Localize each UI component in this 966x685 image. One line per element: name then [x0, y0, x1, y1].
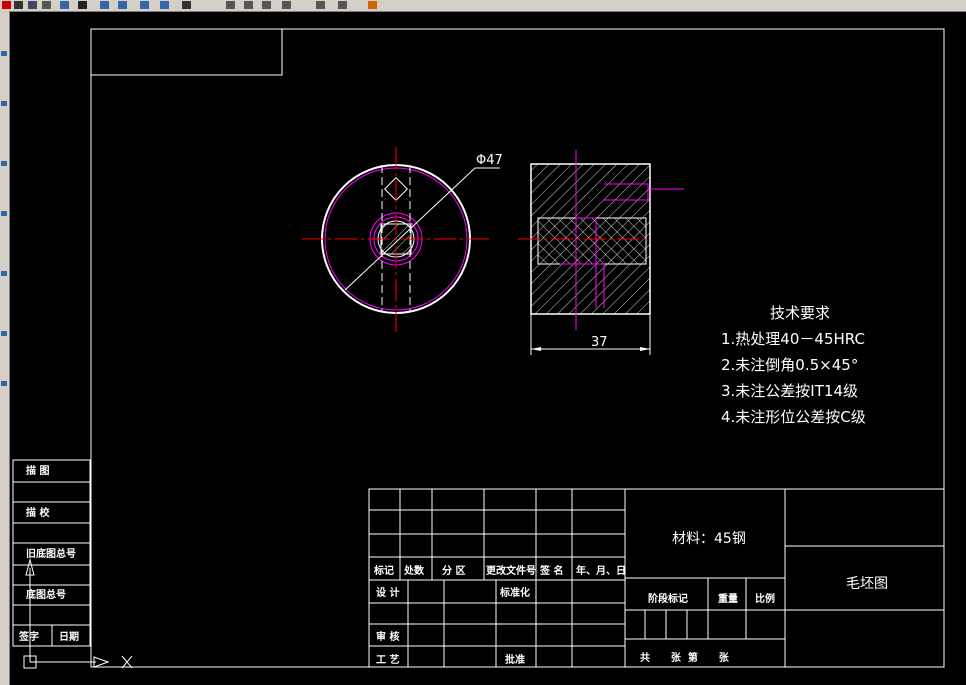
role-approve: 批准: [505, 653, 525, 666]
tool-icon[interactable]: [1, 331, 7, 336]
sheets: 共 张 第 张: [640, 651, 730, 664]
role-standard: 标准化: [499, 586, 530, 599]
stage-mark: 阶段标记: [648, 592, 688, 605]
tech-req-title: 技术要求: [770, 304, 830, 322]
side-label: 签字: [18, 630, 39, 643]
tool-icon[interactable]: [1, 211, 7, 216]
move-icon[interactable]: [100, 1, 109, 9]
tech-req-item: 1.热处理40－45HRC: [721, 330, 865, 348]
ucs-icon: [23, 558, 133, 669]
eraser-icon[interactable]: [368, 1, 377, 9]
line-icon[interactable]: [226, 1, 235, 9]
circle-icon[interactable]: [338, 1, 347, 9]
block-icon[interactable]: [42, 1, 51, 9]
dim-length: 37: [591, 335, 608, 350]
rev-header: 标记: [373, 564, 394, 577]
tech-req-item: 2.未注倒角0.5×45°: [721, 356, 858, 374]
role-review: 审 核: [376, 630, 399, 643]
role-design: 设 计: [376, 586, 399, 599]
dimension-icon[interactable]: [182, 1, 191, 9]
rev-header: 分 区: [442, 564, 465, 577]
tech-requirements: 技术要求 1.热处理40－45HRC 2.未注倒角0.5×45° 3.未注公差按…: [721, 304, 866, 426]
side-label: 描 校: [26, 506, 50, 519]
rev-header: 签 名: [539, 564, 563, 577]
tech-req-item: 4.未注形位公差按C级: [721, 408, 866, 426]
scale: 比例: [755, 592, 775, 605]
tool-icon[interactable]: [1, 51, 7, 56]
material: 材料：45钢: [672, 531, 746, 547]
side-block: 描 图 描 校 旧底图总号 底图总号 签字 日期: [12, 459, 91, 647]
side-label: 日期: [59, 630, 79, 643]
side-label: 底图总号: [26, 588, 66, 601]
left-toolbar: [0, 11, 10, 685]
rev-header: 年、月、日: [576, 564, 626, 577]
tool-icon[interactable]: [1, 271, 7, 276]
hatch-icon[interactable]: [282, 1, 291, 9]
tool-icon[interactable]: [1, 101, 7, 106]
rectangle-icon[interactable]: [262, 1, 271, 9]
front-view: Φ47: [302, 147, 503, 332]
table-icon[interactable]: [140, 1, 149, 9]
weight: 重量: [718, 592, 738, 605]
dim-diameter: Φ47: [476, 153, 503, 168]
layer-icon[interactable]: [28, 1, 37, 9]
text-icon[interactable]: [160, 1, 169, 9]
side-label: 旧底图总号: [26, 547, 76, 560]
rev-header: 更改文件号: [486, 564, 536, 577]
rev-header: 处数: [403, 564, 425, 577]
drawing-canvas[interactable]: Φ47 37 技术要求 1.热处理40－45HRC 2.未注倒角0.5×45° …: [10, 12, 966, 685]
array-icon[interactable]: [78, 1, 87, 9]
arc-icon[interactable]: [316, 1, 325, 9]
side-view: 37: [518, 150, 684, 355]
insert-icon[interactable]: [60, 1, 69, 9]
toolbar: [0, 0, 966, 12]
tech-req-item: 3.未注公差按IT14级: [721, 382, 858, 400]
match-properties-icon[interactable]: [14, 1, 23, 9]
edit-icon[interactable]: [2, 1, 11, 9]
drawing-name: 毛坯图: [846, 576, 888, 592]
tool-icon[interactable]: [1, 381, 7, 386]
rotate-icon[interactable]: [118, 1, 127, 9]
tool-icon[interactable]: [1, 161, 7, 166]
side-label: 描 图: [26, 464, 49, 477]
role-process: 工 艺: [376, 653, 399, 666]
polyline-icon[interactable]: [244, 1, 253, 9]
